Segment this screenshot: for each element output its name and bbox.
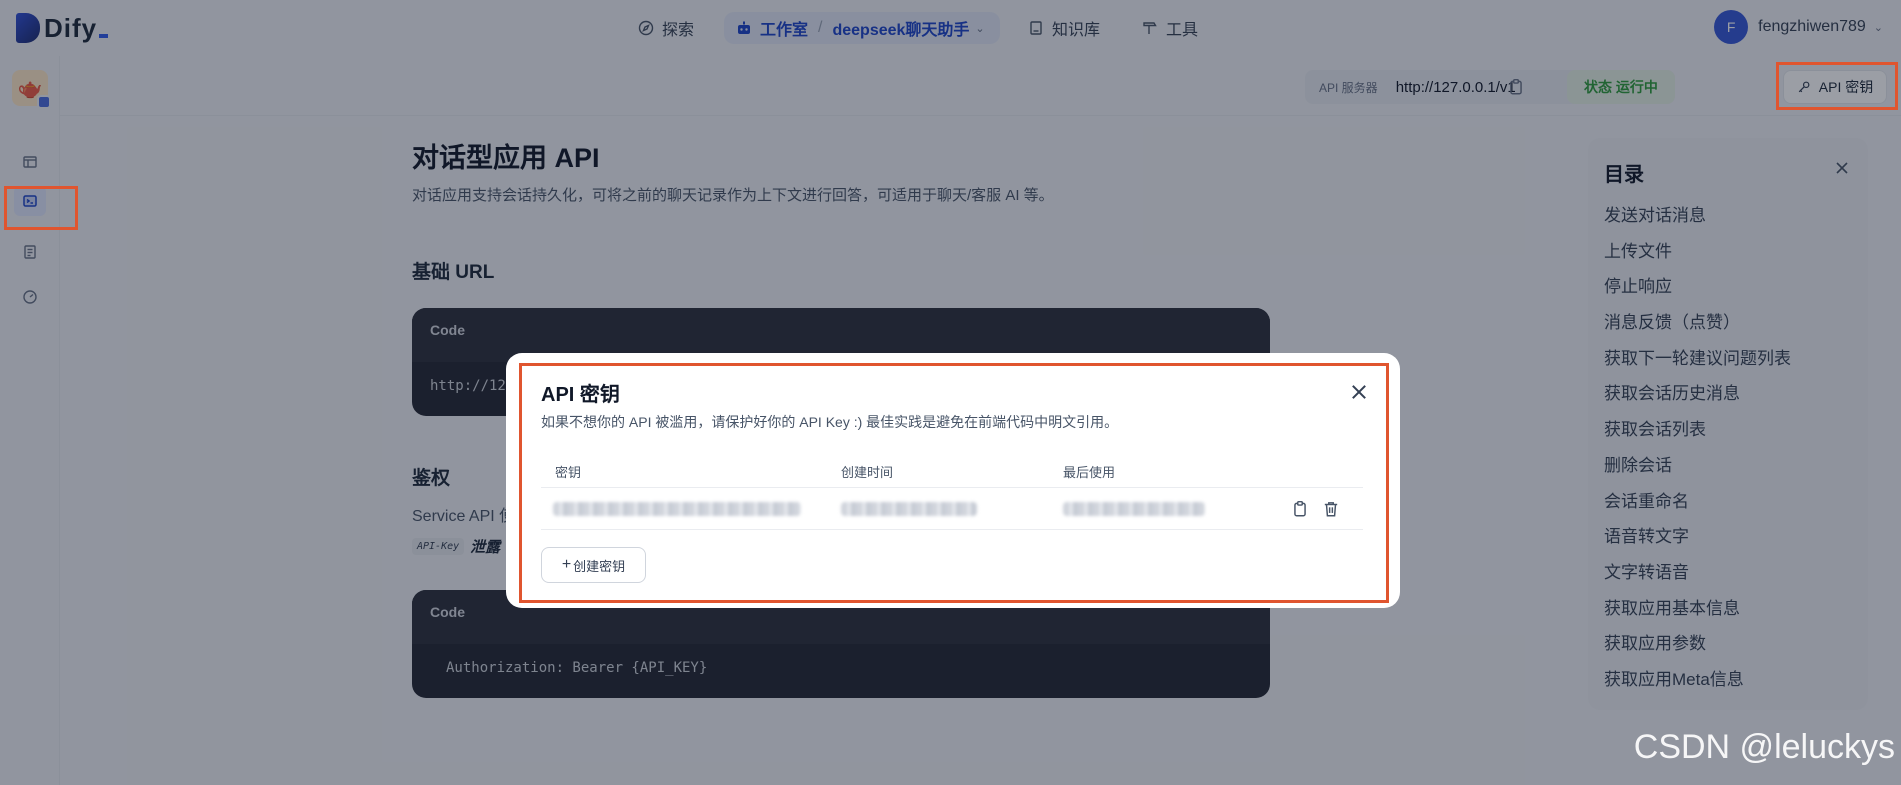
highlight-box-api-key-button xyxy=(1776,62,1898,110)
highlight-box-modal xyxy=(519,363,1389,603)
watermark: CSDN @leluckys xyxy=(1633,728,1895,766)
highlight-box-sidebar xyxy=(4,186,78,230)
